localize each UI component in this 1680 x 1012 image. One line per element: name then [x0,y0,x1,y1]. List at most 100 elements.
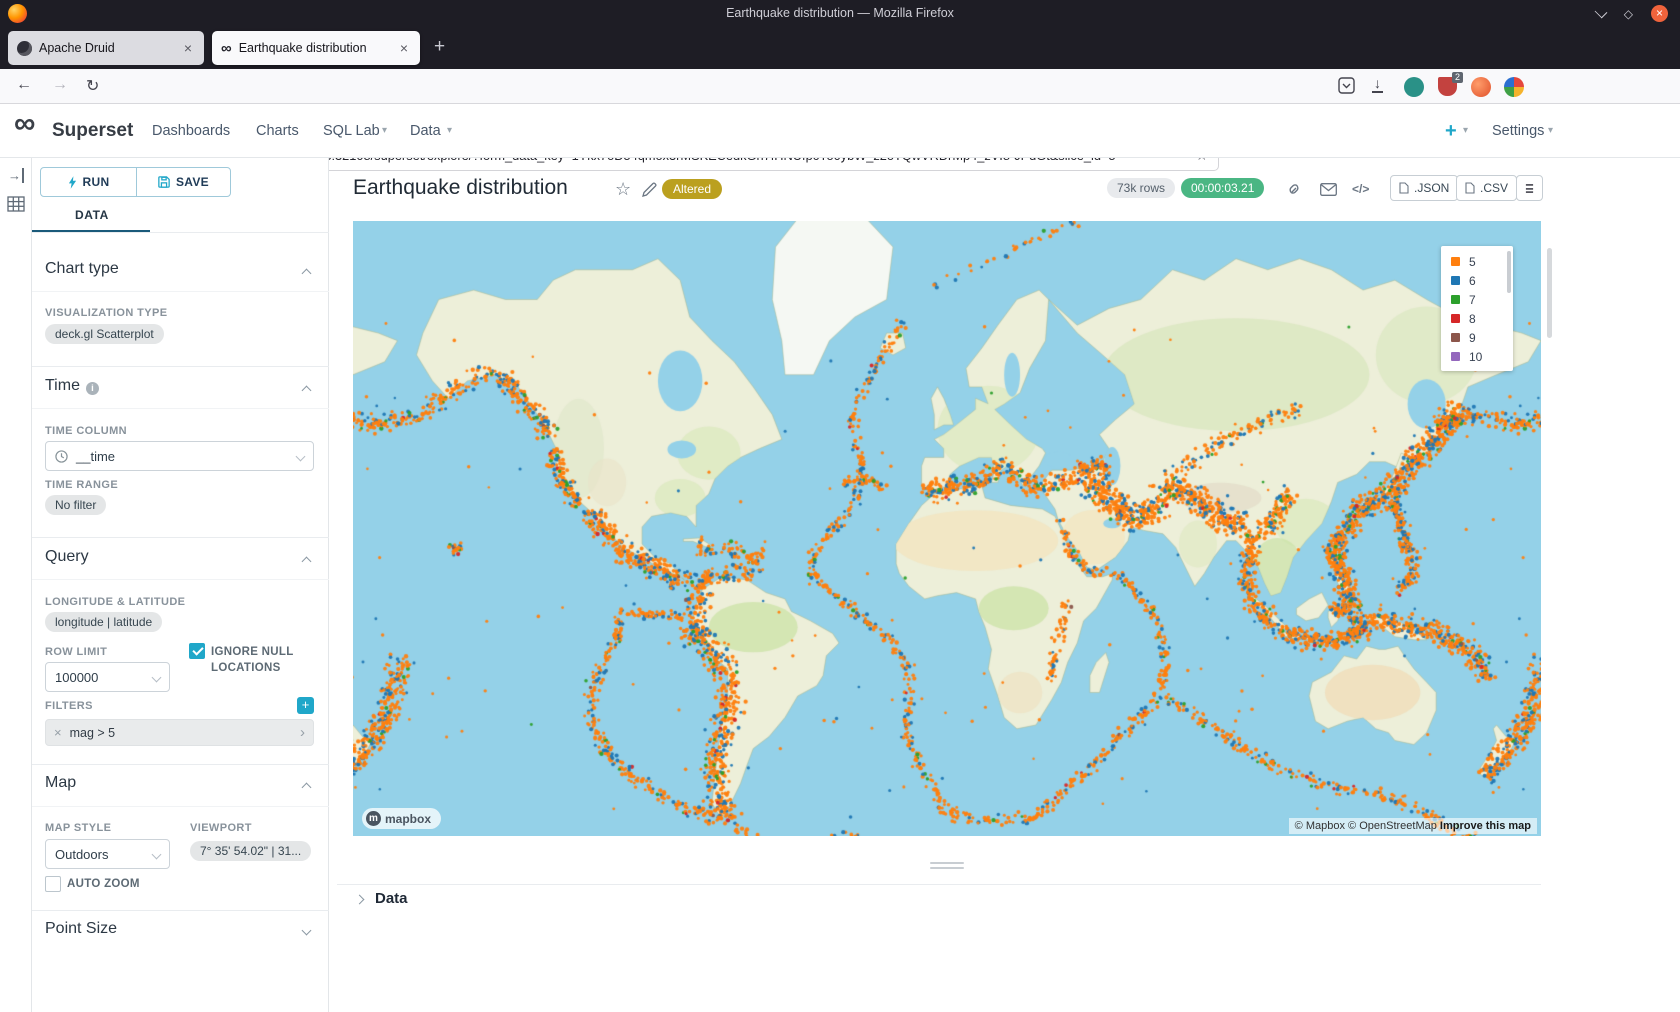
forward-button[interactable]: → [52,76,68,94]
data-panel-title[interactable]: Data [375,890,408,907]
map-attribution: © Mapbox © OpenStreetMap Improve this ma… [1289,818,1537,834]
tab-bar: Apache Druid × ∞ Earthquake distribution… [0,27,1680,69]
tab-close-icon[interactable]: × [181,40,195,56]
reload-button[interactable]: ↻ [86,76,99,96]
section-time[interactable]: Time [45,377,80,395]
altered-badge[interactable]: Altered [662,179,722,199]
query-timer-badge: 00:00:03.21 [1181,178,1264,198]
section-map[interactable]: Map [45,774,76,792]
window-maximize-button[interactable]: ◇ [1624,7,1633,21]
legend-item[interactable]: 7 [1441,290,1513,309]
lonlat-value[interactable]: longitude | latitude [45,612,162,632]
viz-type-value[interactable]: deck.gl Scatterplot [45,324,164,344]
export-csv-button[interactable]: .CSV [1456,175,1517,201]
legend-item[interactable]: 5 [1441,252,1513,271]
legend-item[interactable]: 6 [1441,271,1513,290]
filter-expand-icon[interactable]: › [300,724,305,741]
window-minimize-button[interactable] [1594,5,1607,18]
viewport-value[interactable]: 7° 35' 54.02" | 31... [190,841,311,861]
expand-panel-icon[interactable]: → [8,168,24,183]
info-icon[interactable]: i [86,382,99,395]
window-close-button[interactable]: × [1651,5,1668,22]
filter-chip[interactable]: × mag > 5 › [45,719,314,746]
improve-map-link[interactable]: Improve this map [1440,820,1531,832]
new-caret-icon: ▾ [1463,125,1468,136]
downloads-icon[interactable]: ↓ [1372,75,1383,93]
remove-filter-icon[interactable]: × [54,725,62,740]
section-point-size[interactable]: Point Size [45,920,117,938]
viewport-label: VIEWPORT [190,822,252,834]
map-area[interactable]: 567 8 9 10 m mapbox © Mapbox © OpenStreetMa… [353,221,1541,836]
nav-dashboards[interactable]: Dashboards [152,104,230,158]
new-tab-button[interactable]: + [434,36,445,58]
extension-icon-pinwheel[interactable] [1504,77,1524,97]
ublock-badge: 2 [1452,72,1463,83]
datasource-grid-icon[interactable] [7,196,25,212]
attribution-osm[interactable]: © OpenStreetMap [1348,820,1437,832]
legend-rows: 567 8 9 10 [1441,252,1513,366]
select-caret-icon [152,849,162,859]
auto-zoom-label: AUTO ZOOM [67,878,140,890]
map-canvas[interactable] [353,221,1541,836]
email-icon[interactable] [1320,183,1337,196]
lightning-icon [68,176,77,189]
section-chart-type[interactable]: Chart type [45,260,119,278]
share-link-icon[interactable] [1286,181,1302,197]
resize-handle[interactable] [930,867,964,869]
divider [337,884,1541,885]
ignore-null-checkbox[interactable] [189,643,205,659]
legend-label: 10 [1469,350,1482,364]
mapbox-logo[interactable]: m mapbox [362,808,441,829]
tab-apache-druid[interactable]: Apache Druid × [8,31,204,65]
nav-settings[interactable]: Settings [1492,104,1544,158]
tab-close-icon[interactable]: × [397,40,411,56]
time-column-label: TIME COLUMN [45,425,127,437]
attribution-mapbox[interactable]: © Mapbox [1295,820,1345,832]
extension-icon-green[interactable] [1404,77,1424,97]
extension-icon-orange[interactable] [1471,77,1491,97]
tab-data[interactable]: DATA [75,208,109,222]
lonlat-label: LONGITUDE & LATITUDE [45,596,185,608]
superset-logo-icon[interactable]: ∞ [14,98,35,150]
section-query[interactable]: Query [45,548,89,566]
row-limit-value: 100000 [55,670,98,685]
nav-sql-lab[interactable]: SQL Lab [323,104,380,158]
favorite-star-icon[interactable]: ☆ [615,179,631,200]
back-button[interactable]: ← [16,76,32,94]
scrollbar[interactable] [1547,248,1552,338]
ublock-extension-icon[interactable]: 2 [1438,77,1457,96]
legend-item[interactable]: 10 [1441,347,1513,366]
time-column-value: __time [76,449,115,464]
legend-item[interactable]: 9 [1441,328,1513,347]
embed-code-icon[interactable]: </> [1352,182,1369,196]
legend-scrollbar[interactable] [1507,251,1511,293]
auto-zoom-checkbox[interactable] [45,876,61,892]
chart-menu-button[interactable] [1516,175,1543,201]
resize-handle[interactable] [930,862,964,864]
new-chart-button[interactable]: + [1445,104,1457,158]
map-style-label: MAP STYLE [45,822,111,834]
save-button[interactable]: SAVE [136,167,231,197]
nav-data[interactable]: Data [410,104,441,158]
mapbox-logo-text: mapbox [385,812,431,826]
time-column-select[interactable]: __time [45,441,314,471]
divider [32,408,329,409]
edit-pencil-icon[interactable] [642,182,657,197]
save-to-pocket-icon[interactable] [1338,77,1355,94]
legend-item[interactable]: 8 [1441,309,1513,328]
add-filter-button[interactable]: + [297,697,314,714]
chart-title: Earthquake distribution [353,176,568,200]
viz-type-label: VISUALIZATION TYPE [45,307,168,319]
row-limit-select[interactable]: 100000 [45,662,170,692]
row-count-badge: 73k rows [1107,178,1175,198]
nav-charts[interactable]: Charts [256,104,299,158]
export-json-button[interactable]: .JSON [1390,175,1458,201]
tab-earthquake-distribution[interactable]: ∞ Earthquake distribution × [212,31,420,65]
data-panel-chevron-icon[interactable] [355,895,365,905]
save-button-label: SAVE [176,175,209,189]
time-range-value[interactable]: No filter [45,495,106,515]
legend-label: 8 [1469,312,1476,326]
map-style-select[interactable]: Outdoors [45,839,170,869]
run-button[interactable]: RUN [40,167,137,197]
superset-brand[interactable]: Superset [52,104,133,158]
